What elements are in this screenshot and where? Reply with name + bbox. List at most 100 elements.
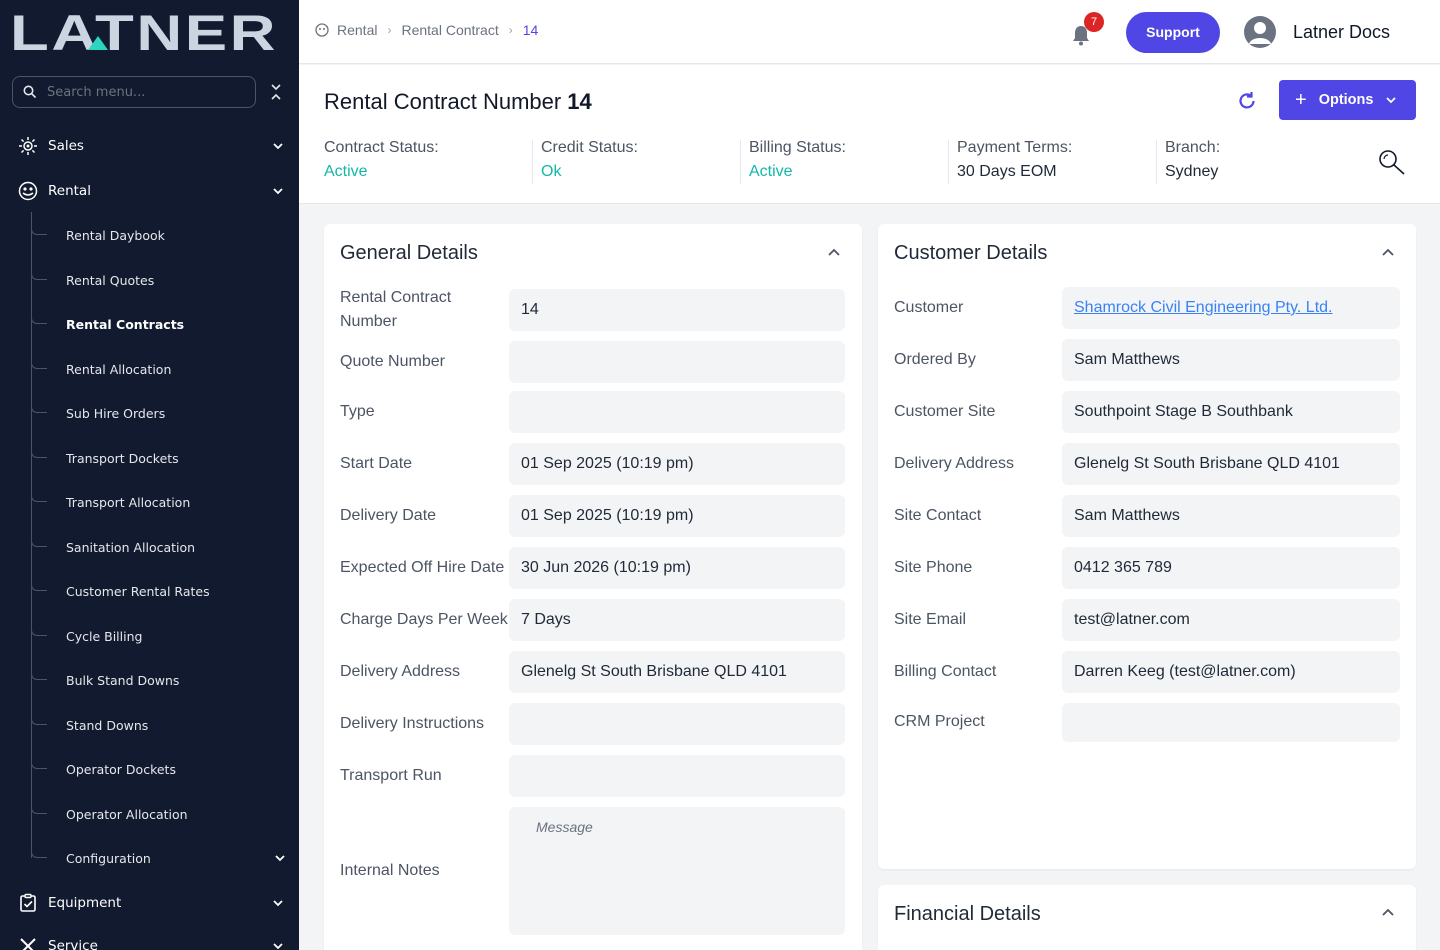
collapse-menu-icon[interactable] [268, 82, 284, 102]
magnifier-icon[interactable] [1377, 148, 1407, 178]
billing-status: Billing Status: Active [749, 139, 846, 187]
sidebar-item-customer-rental-rates[interactable]: Customer Rental Rates [31, 579, 286, 603]
start-date-field[interactable]: 01 Sep 2025 (10:19 pm) [509, 443, 845, 485]
chevron-up-icon[interactable] [827, 245, 841, 259]
general-details-card: General Details Rental Contract Number 1… [324, 224, 862, 950]
sidebar-item-transport-allocation[interactable]: Transport Allocation [31, 490, 286, 514]
field-label: Billing Contact [894, 663, 997, 680]
breadcrumb-chevron-icon: › [387, 23, 392, 37]
nav-rental-label: Rental [48, 183, 91, 199]
field-label: Delivery Address [340, 663, 461, 680]
sidebar-item-rental-quotes[interactable]: Rental Quotes [31, 268, 286, 292]
sidebar-item-label: Stand Downs [66, 717, 149, 733]
options-button[interactable]: + Options [1279, 80, 1416, 120]
chevron-up-icon[interactable] [1381, 905, 1395, 919]
sidebar-item-rental-allocation[interactable]: Rental Allocation [31, 357, 286, 381]
sidebar-item-label: Rental Quotes [66, 272, 155, 288]
top-header: Rental › Rental Contract › 14 7 Support … [299, 0, 1440, 64]
sidebar-item-configuration[interactable]: Configuration [31, 846, 286, 870]
transport-run-field[interactable] [509, 755, 845, 797]
nav-rental[interactable]: Rental [18, 179, 284, 203]
billing-contact-field[interactable]: Darren Keeg (test@latner.com) [1062, 651, 1400, 693]
delivery-instructions-field[interactable] [509, 703, 845, 745]
sidebar-item-sub-hire-orders[interactable]: Sub Hire Orders [31, 401, 286, 425]
user-name[interactable]: Latner Docs [1293, 22, 1390, 43]
sidebar-item-label: Rental Contracts [66, 316, 185, 332]
chevron-down-icon [273, 188, 283, 195]
nav-sales-label: Sales [48, 138, 84, 154]
nav-equipment[interactable]: Equipment [18, 891, 284, 915]
sidebar-item-label: Transport Allocation [66, 494, 191, 510]
customer-delivery-address-field[interactable]: Glenelg St South Brisbane QLD 4101 [1062, 443, 1400, 485]
tree-branch [31, 802, 47, 814]
support-button[interactable]: Support [1126, 12, 1220, 53]
search-placeholder: Search menu... [47, 84, 146, 100]
payment-terms-value: 30 Days EOM [957, 163, 1057, 180]
customer-details-card: Customer Details Customer Shamrock Civil… [878, 224, 1416, 869]
refresh-icon[interactable] [1236, 90, 1258, 112]
sidebar-item-rental-contracts[interactable]: Rental Contracts [31, 312, 286, 336]
site-phone-field[interactable]: 0412 365 789 [1062, 547, 1400, 589]
sidebar-item-transport-dockets[interactable]: Transport Dockets [31, 446, 286, 470]
field-label: Delivery Date [340, 507, 437, 524]
quote-number-field[interactable] [509, 341, 845, 383]
charge-days-per-week-field[interactable]: 7 Days [509, 599, 845, 641]
delivery-address-field[interactable]: Glenelg St South Brisbane QLD 4101 [509, 651, 845, 693]
field-label: Delivery Instructions [340, 715, 485, 732]
tree-branch [31, 757, 47, 769]
sidebar-item-rental-daybook[interactable]: Rental Daybook [31, 223, 286, 247]
site-contact-field[interactable]: Sam Matthews [1062, 495, 1400, 537]
chevron-down-icon [275, 855, 285, 862]
customer-site-field[interactable]: Southpoint Stage B Southbank [1062, 391, 1400, 433]
logo-text: LATNER [10, 10, 278, 56]
rental-contract-number-field[interactable]: 14 [509, 289, 845, 331]
field-label: Rental Contract Number [340, 289, 452, 330]
field-label: Start Date [340, 455, 413, 472]
ordered-by-field[interactable]: Sam Matthews [1062, 339, 1400, 381]
crm-project-field[interactable] [1062, 703, 1400, 742]
sidebar-item-cycle-billing[interactable]: Cycle Billing [31, 624, 286, 648]
nav-service[interactable]: Service [18, 934, 284, 950]
sidebar-item-stand-downs[interactable]: Stand Downs [31, 713, 286, 737]
contract-header: Rental Contract Number 14 + Options Contr… [299, 65, 1440, 204]
sidebar-item-label: Sub Hire Orders [66, 405, 166, 421]
chevron-down-icon [273, 143, 283, 150]
billing-status-value: Active [749, 163, 793, 180]
sidebar-item-sanitation-allocation[interactable]: Sanitation Allocation [31, 535, 286, 559]
breadcrumb-rental[interactable]: Rental [337, 22, 377, 38]
field-label: Delivery Address [894, 455, 1015, 472]
nav-sales[interactable]: Sales [18, 134, 284, 158]
tree-branch [31, 490, 47, 502]
chevron-down-icon [1386, 97, 1397, 104]
tree-branch [31, 846, 47, 858]
customer-link[interactable]: Shamrock Civil Engineering Pty. Ltd. [1062, 287, 1400, 329]
sales-icon [19, 137, 37, 155]
chevron-up-icon[interactable] [1381, 245, 1395, 259]
financial-details-title: Financial Details [894, 903, 1041, 925]
tree-branch [31, 668, 47, 680]
tools-icon [20, 938, 36, 950]
user-icon [1249, 22, 1271, 44]
avatar[interactable] [1244, 16, 1276, 48]
sidebar-item-label: Operator Dockets [66, 761, 176, 777]
type-field[interactable] [509, 391, 845, 433]
internal-notes-textarea[interactable]: Message [509, 807, 845, 935]
latner-logo[interactable]: LATNER [10, 10, 280, 56]
rental-icon [315, 23, 329, 37]
site-email-field[interactable]: test@latner.com [1062, 599, 1400, 641]
expected-off-hire-date-field[interactable]: 30 Jun 2026 (10:19 pm) [509, 547, 845, 589]
branch-value: Sydney [1165, 163, 1219, 180]
field-label: Site Email [894, 611, 967, 628]
page-title: Rental Contract Number 14 [324, 89, 592, 115]
sidebar-item-bulk-stand-downs[interactable]: Bulk Stand Downs [31, 668, 286, 692]
delivery-date-field[interactable]: 01 Sep 2025 (10:19 pm) [509, 495, 845, 537]
notification-badge: 7 [1084, 12, 1104, 32]
customer-details-title: Customer Details [894, 242, 1048, 264]
field-label: CRM Project [894, 713, 985, 730]
breadcrumb-rental-contract[interactable]: Rental Contract [401, 22, 498, 38]
sidebar-item-operator-dockets[interactable]: Operator Dockets [31, 757, 286, 781]
tree-branch [31, 268, 47, 280]
menu-search-input[interactable]: Search menu... [12, 76, 256, 108]
field-label: Expected Off Hire Date [340, 559, 505, 576]
sidebar-item-operator-allocation[interactable]: Operator Allocation [31, 802, 286, 826]
